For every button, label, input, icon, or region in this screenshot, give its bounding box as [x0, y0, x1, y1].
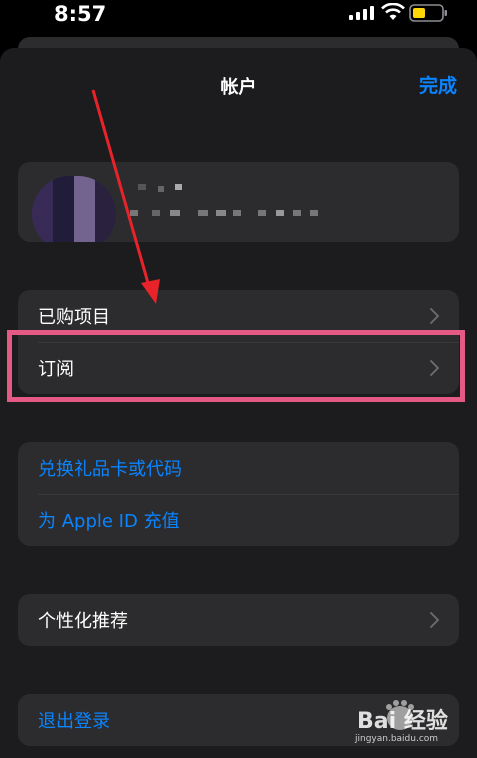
add-funds-link[interactable]: 为 Apple ID 充值: [38, 507, 180, 533]
redeem-group: 兑换礼品卡或代码 为 Apple ID 充值: [18, 442, 459, 546]
cellular-signal-icon: [349, 6, 374, 20]
done-button[interactable]: 完成: [419, 71, 457, 98]
chevron-right-icon: [430, 612, 439, 628]
purchased-label: 已购项目: [38, 307, 110, 328]
sign-out-link[interactable]: 退出登录: [38, 707, 110, 733]
add-funds-row[interactable]: 为 Apple ID 充值: [18, 494, 459, 546]
wifi-icon: [381, 3, 405, 20]
status-time: 8:57: [54, 2, 107, 26]
redeem-gift-card-link[interactable]: 兑换礼品卡或代码: [38, 455, 182, 481]
watermark-url: jingyan.baidu.com: [355, 734, 439, 744]
status-bar: 8:57: [0, 0, 477, 34]
purchased-row[interactable]: 已购项目: [18, 290, 459, 342]
personalized-recommendations-label: 个性化推荐: [38, 611, 128, 632]
page-title: 帐户: [220, 77, 257, 98]
redeem-gift-card-row[interactable]: 兑换礼品卡或代码: [18, 442, 459, 494]
chevron-right-icon: [430, 308, 439, 324]
subscriptions-row[interactable]: 订阅: [18, 342, 459, 394]
personalized-group: 个性化推荐: [18, 594, 459, 646]
subscriptions-label: 订阅: [38, 359, 74, 380]
purchases-group: 已购项目 订阅: [18, 290, 459, 394]
account-profile-card[interactable]: [18, 162, 459, 242]
account-sheet: [0, 48, 477, 758]
personalized-recommendations-row[interactable]: 个性化推荐: [18, 594, 459, 646]
avatar: [32, 176, 116, 242]
watermark-text: Bai 经验: [357, 709, 448, 734]
battery-icon: [409, 4, 447, 22]
chevron-right-icon: [430, 360, 439, 376]
